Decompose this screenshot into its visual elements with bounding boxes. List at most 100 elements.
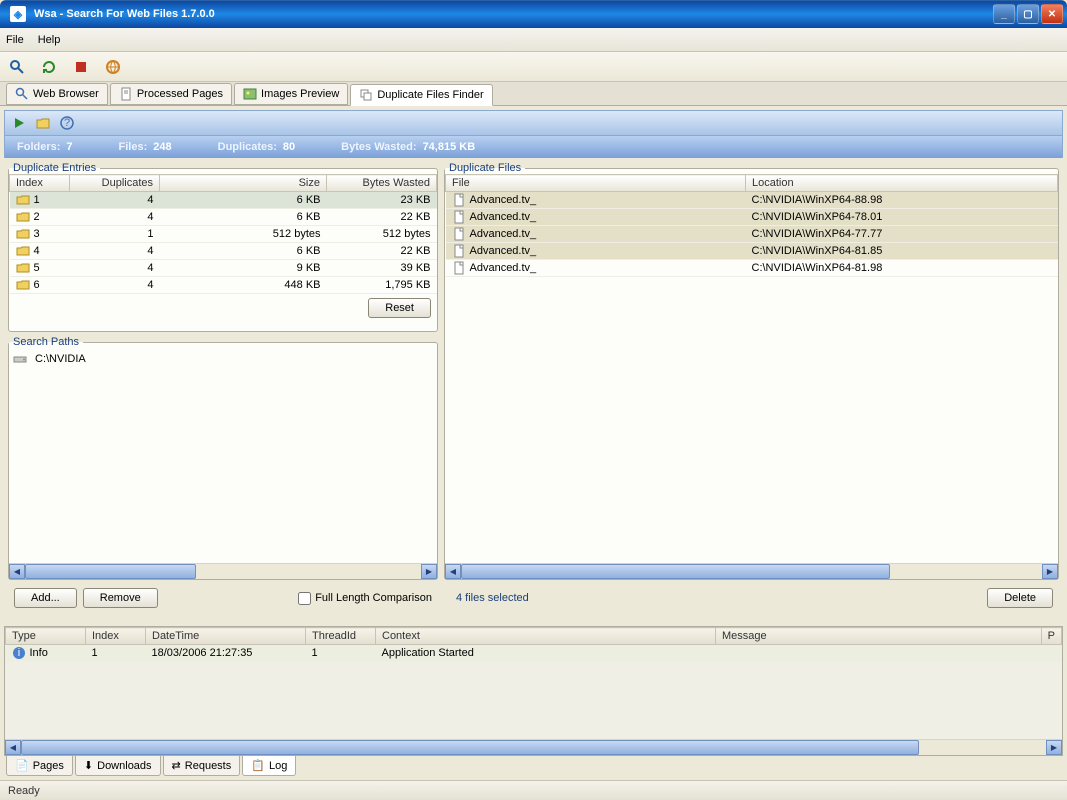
table-row[interactable]: 31512 bytes512 bytes xyxy=(10,226,437,243)
app-icon: ◈ xyxy=(10,6,26,22)
file-icon xyxy=(452,244,466,258)
page-icon xyxy=(119,87,133,101)
col-message[interactable]: Message xyxy=(716,628,1042,645)
globe-icon[interactable] xyxy=(102,56,124,78)
titlebar: ◈ Wsa - Search For Web Files 1.7.0.0 _ ▢… xyxy=(0,0,1067,28)
table-row[interactable]: Advanced.tv_C:\NVIDIA\WinXP64-88.98 xyxy=(446,192,1058,209)
col-file[interactable]: File xyxy=(446,175,746,192)
col-context[interactable]: Context xyxy=(376,628,716,645)
col-type[interactable]: Type xyxy=(6,628,86,645)
log-icon: 📋 xyxy=(251,759,265,772)
help-icon[interactable]: ? xyxy=(59,115,75,131)
menu-help[interactable]: Help xyxy=(38,34,61,46)
refresh-icon[interactable] xyxy=(38,56,60,78)
duplicate-entries-panel: Duplicate Entries Index Duplicates Size … xyxy=(8,162,438,332)
table-row[interactable]: 246 KB22 KB xyxy=(10,209,437,226)
col-wasted[interactable]: Bytes Wasted xyxy=(327,175,437,192)
table-row[interactable]: Advanced.tv_C:\NVIDIA\WinXP64-77.77 xyxy=(446,226,1058,243)
table-row[interactable]: iInfo118/03/2006 21:27:351Application St… xyxy=(6,645,1062,662)
col-location[interactable]: Location xyxy=(746,175,1058,192)
col-size[interactable]: Size xyxy=(160,175,327,192)
files-value: 248 xyxy=(153,141,171,153)
play-icon[interactable] xyxy=(11,115,27,131)
table-row[interactable]: Advanced.tv_C:\NVIDIA\WinXP64-81.98 xyxy=(446,260,1058,277)
top-tabs: Web Browser Processed Pages Images Previ… xyxy=(0,82,1067,106)
search-paths-panel: Search Paths C:\NVIDIA ◀▶ xyxy=(8,336,438,580)
folder-icon xyxy=(16,193,30,207)
window-title: Wsa - Search For Web Files 1.7.0.0 xyxy=(32,8,993,20)
files-label: Files: xyxy=(119,141,148,153)
path-text: C:\NVIDIA xyxy=(35,353,86,365)
tab-duplicate-finder[interactable]: Duplicate Files Finder xyxy=(350,84,492,106)
bottab-downloads[interactable]: ⬇Downloads xyxy=(75,756,161,776)
add-button[interactable]: Add... xyxy=(14,588,77,608)
drive-icon xyxy=(13,352,27,366)
open-icon[interactable] xyxy=(35,115,51,131)
bytes-wasted-value: 74,815 KB xyxy=(423,141,476,153)
stats-bar: Folders: 7 Files: 248 Duplicates: 80 Byt… xyxy=(4,136,1063,158)
folder-icon xyxy=(16,227,30,241)
table-row[interactable]: 64448 KB1,795 KB xyxy=(10,277,437,294)
full-length-checkbox[interactable]: Full Length Comparison xyxy=(298,592,432,605)
delete-button[interactable]: Delete xyxy=(987,588,1053,608)
tab-processed-pages[interactable]: Processed Pages xyxy=(110,83,232,105)
files-legend: Duplicate Files xyxy=(445,162,525,174)
folder-icon xyxy=(16,278,30,292)
close-button[interactable]: ✕ xyxy=(1041,4,1063,24)
table-row[interactable]: Advanced.tv_C:\NVIDIA\WinXP64-78.01 xyxy=(446,209,1058,226)
log-grid[interactable]: Type Index DateTime ThreadId Context Mes… xyxy=(5,627,1062,739)
folders-value: 7 xyxy=(66,141,72,153)
panel-toolbar: ? xyxy=(4,110,1063,136)
duplicate-icon xyxy=(359,88,373,102)
folder-icon xyxy=(16,244,30,258)
minimize-button[interactable]: _ xyxy=(993,4,1015,24)
table-row[interactable]: 549 KB39 KB xyxy=(10,260,437,277)
window-controls: _ ▢ ✕ xyxy=(993,4,1063,24)
folders-label: Folders: xyxy=(17,141,60,153)
col-index[interactable]: Index xyxy=(10,175,70,192)
bottom-tabs: 📄Pages ⬇Downloads ⇄Requests 📋Log xyxy=(0,756,1067,780)
col-threadid[interactable]: ThreadId xyxy=(306,628,376,645)
file-icon xyxy=(452,261,466,275)
col-duplicates[interactable]: Duplicates xyxy=(70,175,160,192)
full-length-input[interactable] xyxy=(298,592,311,605)
table-row[interactable]: 446 KB22 KB xyxy=(10,243,437,260)
tab-images-preview[interactable]: Images Preview xyxy=(234,83,348,105)
bottab-pages[interactable]: 📄Pages xyxy=(6,756,73,776)
files-controls: 4 files selected Delete xyxy=(444,584,1059,612)
stop-icon[interactable] xyxy=(70,56,92,78)
paths-hscroll[interactable]: ◀▶ xyxy=(9,563,437,579)
files-grid[interactable]: File Location Advanced.tv_C:\NVIDIA\WinX… xyxy=(445,174,1058,563)
col-log-index[interactable]: Index xyxy=(86,628,146,645)
magnifier-icon xyxy=(15,87,29,101)
col-p[interactable]: P xyxy=(1041,628,1061,645)
bottab-requests[interactable]: ⇄Requests xyxy=(163,756,241,776)
menubar: File Help xyxy=(0,28,1067,52)
search-icon[interactable] xyxy=(6,56,28,78)
selection-info: 4 files selected xyxy=(450,588,535,608)
maximize-button[interactable]: ▢ xyxy=(1017,4,1039,24)
folder-icon xyxy=(16,210,30,224)
table-row[interactable]: Advanced.tv_C:\NVIDIA\WinXP64-81.85 xyxy=(446,243,1058,260)
col-datetime[interactable]: DateTime xyxy=(146,628,306,645)
paths-list[interactable]: C:\NVIDIA xyxy=(9,348,437,563)
tab-web-browser[interactable]: Web Browser xyxy=(6,83,108,105)
files-hscroll[interactable]: ◀▶ xyxy=(445,563,1058,579)
status-text: Ready xyxy=(8,785,40,797)
image-icon xyxy=(243,87,257,101)
log-hscroll[interactable]: ◀▶ xyxy=(5,739,1062,755)
info-icon: i xyxy=(12,646,26,660)
pages-icon: 📄 xyxy=(15,759,29,772)
reset-button[interactable]: Reset xyxy=(368,298,431,318)
entries-legend: Duplicate Entries xyxy=(9,162,100,174)
list-item[interactable]: C:\NVIDIA xyxy=(13,352,433,366)
paths-legend: Search Paths xyxy=(9,336,83,348)
bottab-log[interactable]: 📋Log xyxy=(242,756,296,776)
request-icon: ⇄ xyxy=(172,759,181,772)
remove-button[interactable]: Remove xyxy=(83,588,158,608)
main-toolbar xyxy=(0,52,1067,82)
table-row[interactable]: 146 KB23 KB xyxy=(10,192,437,209)
entries-grid[interactable]: Index Duplicates Size Bytes Wasted 146 K… xyxy=(9,174,437,294)
menu-file[interactable]: File xyxy=(6,34,24,46)
download-icon: ⬇ xyxy=(84,759,93,772)
